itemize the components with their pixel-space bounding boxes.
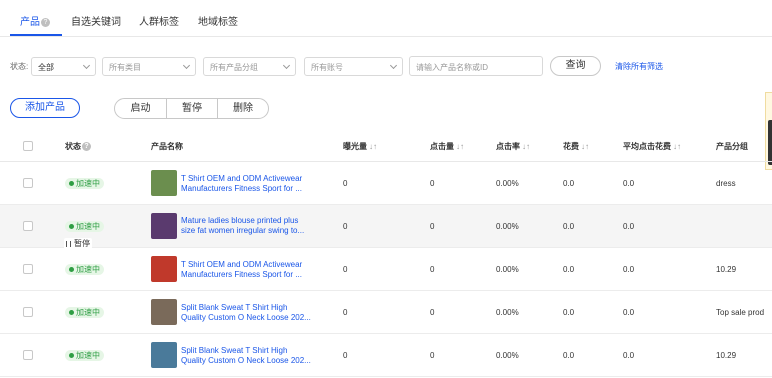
product-thumbnail[interactable]	[151, 170, 177, 196]
product-thumbnail[interactable]	[151, 342, 177, 368]
help-icon[interactable]: ?	[41, 18, 50, 27]
select-all-checkbox[interactable]	[23, 141, 33, 151]
header-clicks[interactable]: 点击量 ↓↑	[430, 141, 464, 152]
table-row[interactable]: 加速中 暂停 Mature ladies blouse printed plus…	[0, 205, 772, 249]
cost-cell: 0.0	[563, 222, 575, 231]
sort-icon[interactable]: ↓↑	[581, 142, 589, 151]
product-name-link[interactable]: Mature ladies blouse printed plus size fa…	[181, 216, 317, 236]
row-checkbox[interactable]	[23, 264, 33, 274]
table-row[interactable]: 加速中 Split Blank Sweat T Shirt High Qualit…	[0, 291, 772, 334]
header-product-group: 产品分组	[716, 142, 748, 151]
add-product-button[interactable]: 添加产品	[10, 98, 80, 118]
product-name-link[interactable]: T Shirt OEM and ODM Activewear Manufactur…	[181, 174, 317, 194]
ctr-cell: 0.00%	[496, 351, 519, 360]
sort-icon[interactable]: ↓↑	[369, 142, 377, 151]
table-header: 状态? 产品名称 曝光量 ↓↑ 点击量 ↓↑ 点击率 ↓↑ 花费 ↓↑ 平均点击花费 ↓↑…	[0, 131, 772, 162]
impressions-cell: 0	[343, 308, 348, 317]
chevron-down-icon	[182, 61, 191, 70]
product-group-cell: 10.29	[716, 351, 737, 360]
impressions-cell: 0	[343, 179, 348, 188]
ctr-cell: 0.00%	[496, 179, 519, 188]
ctr-cell: 0.00%	[496, 222, 519, 231]
tab-custom-keywords[interactable]: 自选关键词	[71, 13, 121, 28]
start-button[interactable]: 启动	[115, 99, 166, 118]
row-checkbox[interactable]	[23, 350, 33, 360]
ctr-cell: 0.00%	[496, 265, 519, 274]
sort-icon[interactable]: ↓↑	[522, 142, 530, 151]
cost-cell: 0.0	[563, 179, 575, 188]
query-button[interactable]: 查询	[550, 56, 601, 76]
impressions-cell: 0	[343, 351, 348, 360]
clicks-cell: 0	[430, 179, 435, 188]
table-row[interactable]: 加速中 T Shirt OEM and ODM Activewear Manufa…	[0, 248, 772, 291]
impressions-cell: 0	[343, 265, 348, 274]
header-avg-cpc[interactable]: 平均点击花费 ↓↑	[623, 141, 681, 152]
avg-cpc-cell: 0.0	[623, 179, 635, 188]
category-select[interactable]: 所有类目	[102, 57, 196, 76]
bulk-action-group: 启动 暂停 删除	[114, 98, 269, 119]
product-name-link[interactable]: Split Blank Sweat T Shirt High Quality Cu…	[181, 346, 317, 366]
header-impressions[interactable]: 曝光量 ↓↑	[343, 141, 377, 152]
header-cost[interactable]: 花费 ↓↑	[563, 141, 589, 152]
clicks-cell: 0	[430, 265, 435, 274]
cost-cell: 0.0	[563, 265, 575, 274]
product-name-link[interactable]: Split Blank Sweat T Shirt High Quality Cu…	[181, 303, 317, 323]
impressions-cell: 0	[343, 222, 348, 231]
row-checkbox[interactable]	[23, 307, 33, 317]
product-thumbnail[interactable]	[151, 256, 177, 282]
avg-cpc-cell: 0.0	[623, 351, 635, 360]
pause-button[interactable]: 暂停	[166, 99, 217, 118]
row-checkbox[interactable]	[23, 221, 33, 231]
help-icon[interactable]: ?	[82, 142, 91, 151]
delete-button[interactable]: 删除	[217, 99, 268, 118]
status-badge: 加速中	[65, 307, 104, 318]
tab-audience-tags[interactable]: 人群标签	[139, 13, 179, 28]
clicks-cell: 0	[430, 308, 435, 317]
product-search-input[interactable]: 请输入产品名称或ID	[409, 56, 543, 76]
status-badge: 加速中	[65, 221, 104, 232]
product-group-cell: Top sale prod	[716, 308, 765, 317]
table-row[interactable]: 加速中 T Shirt OEM and ODM Activewear Manufa…	[0, 162, 772, 205]
header-ctr[interactable]: 点击率 ↓↑	[496, 141, 530, 152]
status-badge: 加速中	[65, 350, 104, 361]
chevron-down-icon	[82, 61, 91, 70]
status-select[interactable]: 全部	[31, 57, 96, 76]
product-group-select[interactable]: 所有产品分组	[203, 57, 296, 76]
avg-cpc-cell: 0.0	[623, 265, 635, 274]
status-badge: 加速中	[65, 264, 104, 275]
avg-cpc-cell: 0.0	[623, 308, 635, 317]
clear-filters-link[interactable]: 清除所有筛选	[615, 61, 663, 72]
cost-cell: 0.0	[563, 308, 575, 317]
table-row[interactable]: 加速中 Split Blank Sweat T Shirt High Qualit…	[0, 334, 772, 377]
pause-icon	[66, 241, 71, 247]
sort-icon[interactable]: ↓↑	[456, 142, 464, 151]
header-status: 状态?	[65, 141, 91, 152]
product-group-cell: 10.29	[716, 265, 737, 274]
product-thumbnail[interactable]	[151, 213, 177, 239]
chevron-down-icon	[389, 61, 398, 70]
sort-icon[interactable]: ↓↑	[673, 142, 681, 151]
cost-cell: 0.0	[563, 351, 575, 360]
avg-cpc-cell: 0.0	[623, 222, 635, 231]
product-group-cell: dress	[716, 179, 736, 188]
clicks-cell: 0	[430, 351, 435, 360]
status-filter-label: 状态:	[10, 62, 29, 71]
tab-region-tags[interactable]: 地域标签	[198, 13, 238, 28]
status-badge: 加速中	[65, 178, 104, 189]
tab-bar: 产品? 自选关键词 人群标签 地域标签	[0, 0, 772, 37]
clicks-cell: 0	[430, 222, 435, 231]
tab-products[interactable]: 产品?	[20, 13, 50, 28]
row-checkbox[interactable]	[23, 178, 33, 188]
ctr-cell: 0.00%	[496, 308, 519, 317]
product-name-link[interactable]: T Shirt OEM and ODM Activewear Manufactur…	[181, 260, 317, 280]
chevron-down-icon	[282, 61, 291, 70]
account-select[interactable]: 所有账号	[304, 57, 403, 76]
product-thumbnail[interactable]	[151, 299, 177, 325]
header-product-name: 产品名称	[151, 142, 183, 151]
active-tab-indicator	[10, 34, 62, 36]
